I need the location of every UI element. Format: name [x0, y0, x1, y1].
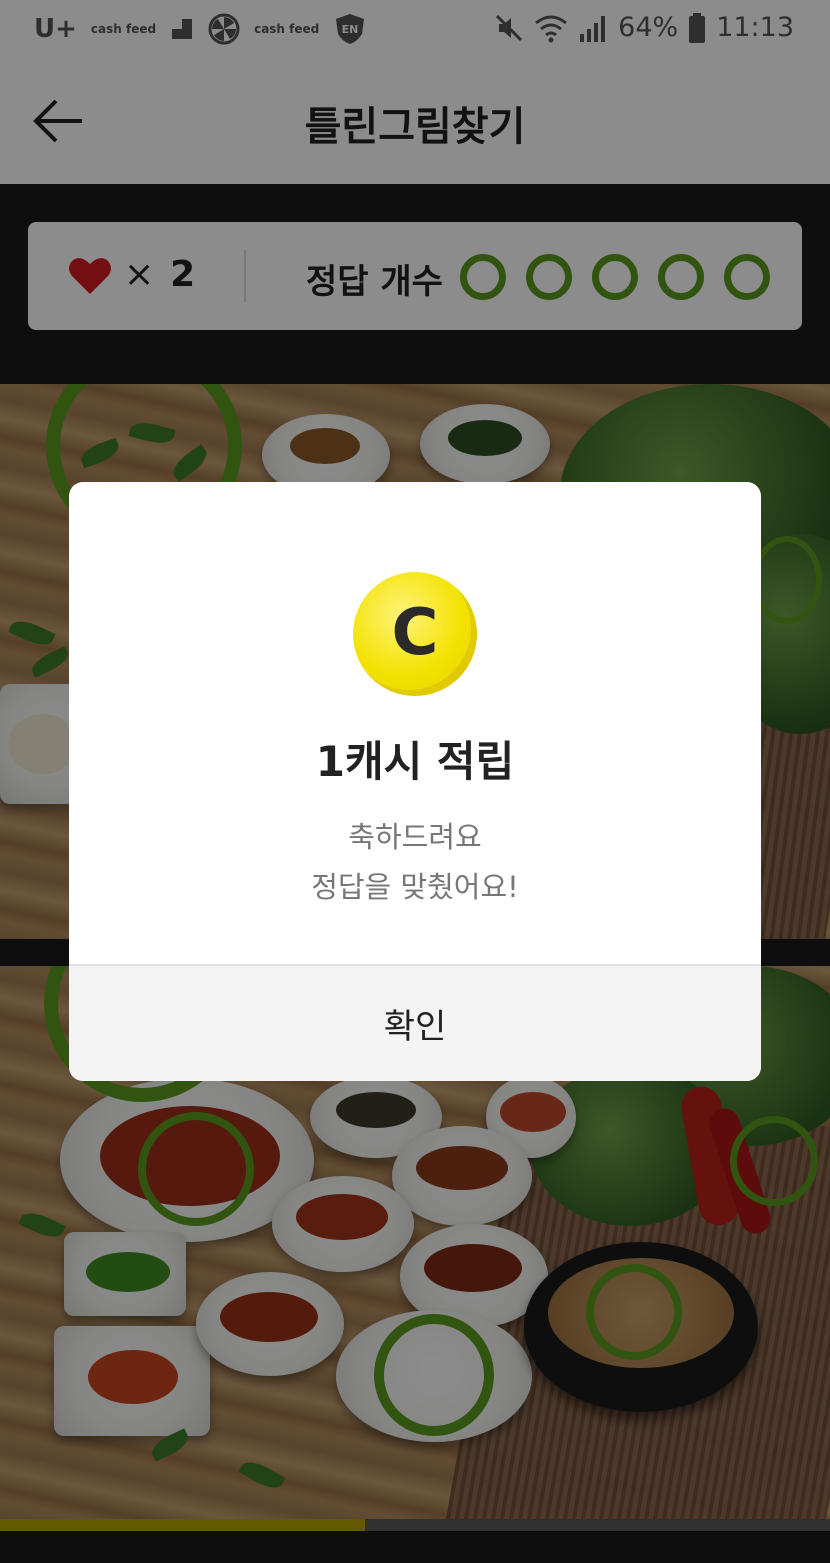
dialog-footer: 확인 [69, 964, 761, 1081]
confirm-button[interactable]: 확인 [69, 966, 761, 1081]
cash-coin-icon: C [353, 572, 477, 696]
dialog-message: 축하드려요 정답을 맞췄어요! [69, 812, 761, 912]
reward-dialog: C 1캐시 적립 축하드려요 정답을 맞췄어요! 확인 [69, 482, 761, 1081]
coin-letter-icon: C [392, 596, 439, 670]
dialog-message-line1: 축하드려요 [348, 820, 482, 854]
dialog-title: 1캐시 적립 [315, 737, 515, 786]
coin-letter: C [392, 596, 439, 670]
dialog-message-line2: 정답을 맞췄어요! [311, 870, 519, 904]
